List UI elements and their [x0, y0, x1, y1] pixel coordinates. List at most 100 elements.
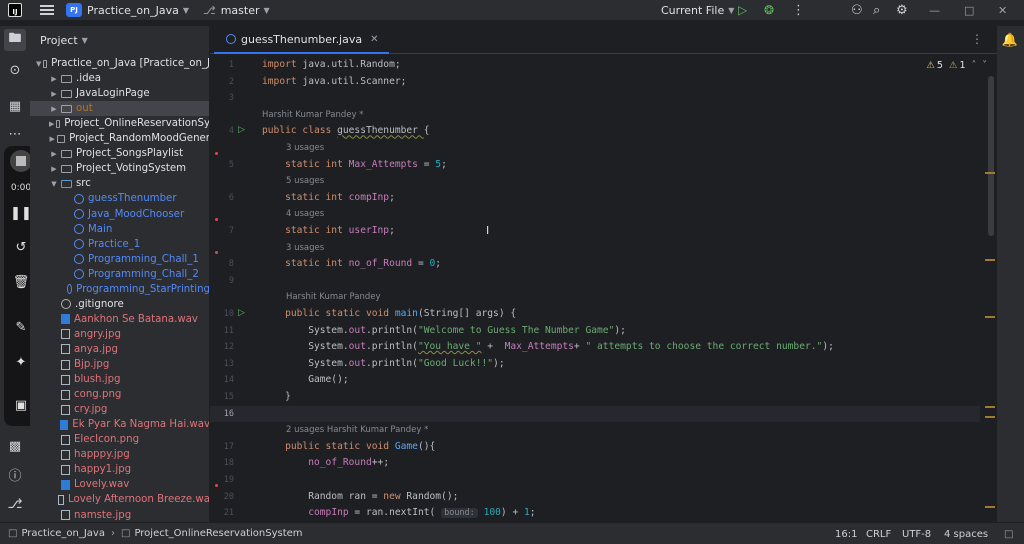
tab-options-icon[interactable]: ⋮: [971, 32, 983, 46]
tree-item[interactable]: Programming_StarPrinting: [30, 282, 209, 297]
chevron-right-icon[interactable]: ▶: [49, 90, 59, 98]
chevron-right-icon[interactable]: ▶: [49, 135, 55, 143]
problems-icon[interactable]: ⓘ: [7, 466, 23, 484]
code-line[interactable]: import java.util.Random;: [262, 59, 401, 70]
code-line[interactable]: static int Max_Attempts = 5;: [262, 159, 447, 170]
inlay-hint[interactable]: 4 usages: [286, 209, 324, 219]
tree-item[interactable]: anya.jpg: [30, 342, 209, 357]
commit-icon[interactable]: ⊙: [7, 62, 23, 78]
chevron-down-icon[interactable]: ▼: [36, 60, 41, 68]
terminal-icon[interactable]: ▩: [7, 438, 23, 454]
tree-item[interactable]: ▶ Project_SongsPlaylist: [30, 146, 209, 161]
notifications-bell-icon[interactable]: 🔔: [1002, 32, 1018, 48]
tree-item[interactable]: Aankhon Se Batana.wav: [30, 312, 209, 327]
tree-item[interactable]: Programming_Chall_1: [30, 252, 209, 267]
error-stripe-mark[interactable]: [985, 316, 995, 318]
inlay-hint[interactable]: 3 usages: [286, 243, 324, 253]
chevron-up-icon[interactable]: ˄: [972, 60, 977, 71]
tree-item[interactable]: blush.jpg: [30, 372, 209, 387]
chevron-right-icon[interactable]: ▶: [49, 75, 59, 83]
chevron-right-icon[interactable]: ▶: [49, 105, 59, 113]
tree-item[interactable]: cong.png: [30, 387, 209, 402]
tree-item[interactable]: ▶ JavaLoginPage: [30, 86, 209, 101]
code-editor[interactable]: 1 import java.util.Random; 2 import java.ut…: [210, 54, 997, 522]
chevron-right-icon[interactable]: ▶: [49, 120, 54, 128]
pause-icon[interactable]: ❚❚: [10, 202, 32, 224]
editor-scrollbar[interactable]: [988, 76, 994, 236]
tree-item[interactable]: Lovely.wav: [30, 477, 209, 492]
tree-item[interactable]: namste.jpg: [30, 508, 209, 523]
inlay-hint[interactable]: 5 usages: [286, 176, 324, 186]
breadcrumb-folder[interactable]: Project_OnlineReservationSystem: [134, 528, 302, 539]
settings-gear-icon[interactable]: ⚙: [896, 0, 908, 20]
search-icon[interactable]: ⌕: [873, 0, 880, 20]
tree-item[interactable]: .gitignore: [30, 297, 209, 312]
chevron-down-icon[interactable]: ˅: [982, 60, 987, 71]
minimize-icon[interactable]: —: [929, 0, 940, 20]
tree-item[interactable]: Java_MoodChooser: [30, 207, 209, 222]
tree-item[interactable]: ▶ .idea: [30, 71, 209, 86]
error-stripe-mark[interactable]: [985, 416, 995, 418]
line-separator[interactable]: CRLF: [866, 523, 891, 544]
code-line[interactable]: public static void Game(){: [262, 441, 435, 452]
indent-setting[interactable]: 4 spaces: [944, 523, 988, 544]
code-line[interactable]: public class guessThenumber {: [262, 125, 430, 136]
code-line[interactable]: no_of_Round++;: [262, 457, 389, 468]
code-line[interactable]: public static void main(String[] args) {: [262, 308, 516, 319]
tree-item[interactable]: happpy.jpg: [30, 447, 209, 462]
file-encoding[interactable]: UTF-8: [902, 523, 931, 544]
restart-icon[interactable]: ↺: [10, 236, 32, 258]
caret-position[interactable]: 16:1: [835, 523, 857, 544]
more-actions-icon[interactable]: ⋮: [792, 0, 805, 20]
tree-item[interactable]: ▼ src: [30, 176, 209, 191]
tree-item[interactable]: Ek Pyar Ka Nagma Hai.wav: [30, 417, 209, 432]
editor-tab-guessthenumber[interactable]: guessThenumber.java ✕: [214, 26, 389, 54]
tree-item[interactable]: ▶ out: [30, 101, 209, 117]
tree-item[interactable]: angry.jpg: [30, 327, 209, 342]
inlay-hint[interactable]: Harshit Kumar Pandey *: [262, 110, 363, 120]
inspection-widget[interactable]: ⚠ 5 ⚠ 1 ˄ ˅: [926, 60, 987, 71]
code-line[interactable]: }: [262, 391, 291, 402]
run-gutter-icon[interactable]: ▷: [238, 308, 245, 318]
branch-switcher[interactable]: ⎇ master ▼: [189, 0, 270, 20]
code-line[interactable]: System.out.println("Welcome to Guess The…: [262, 325, 626, 336]
error-stripe-mark[interactable]: [985, 259, 995, 261]
chevron-right-icon[interactable]: ▶: [49, 165, 59, 173]
run-config-selector[interactable]: Current File ▼: [656, 0, 734, 20]
code-line[interactable]: Game();: [262, 374, 348, 385]
code-line[interactable]: compInp = ran.nextInt( bound: 100) + 1;: [262, 507, 536, 519]
inlay-hint[interactable]: 2 usages Harshit Kumar Pandey *: [286, 425, 428, 435]
stop-recording-button[interactable]: [10, 150, 32, 172]
tree-item[interactable]: ▶ Project_RandomMoodGener: [30, 131, 209, 146]
close-tab-icon[interactable]: ✕: [370, 34, 378, 45]
add-user-icon[interactable]: ⚇: [851, 0, 863, 20]
structure-icon[interactable]: ▦: [7, 98, 23, 114]
inlay-hint[interactable]: 3 usages: [286, 143, 324, 153]
tree-item[interactable]: Practice_1: [30, 237, 209, 252]
lock-icon[interactable]: □: [1004, 523, 1013, 544]
tree-item[interactable]: guessThenumber: [30, 191, 209, 206]
code-line[interactable]: static int no_of_Round = 0;: [262, 258, 441, 269]
error-stripe-mark[interactable]: [985, 506, 995, 508]
camera-icon[interactable]: ▣: [10, 394, 32, 416]
chevron-down-icon[interactable]: ▼: [49, 180, 59, 188]
code-line[interactable]: System.out.println("Good Luck!!");: [262, 358, 504, 369]
code-line[interactable]: static int userInp;: [262, 225, 395, 236]
project-panel-header[interactable]: Project ▼: [30, 26, 209, 54]
tree-item[interactable]: happy1.jpg: [30, 462, 209, 477]
tree-item[interactable]: ▶ Project_OnlineReservationSy: [30, 116, 209, 131]
tree-item[interactable]: cry.jpg: [30, 402, 209, 417]
project-switcher[interactable]: PJ Practice_on_Java ▼: [54, 0, 189, 20]
error-stripe-mark[interactable]: [985, 406, 995, 408]
debug-icon[interactable]: ❂: [764, 0, 774, 20]
inlay-hint[interactable]: Harshit Kumar Pandey: [286, 292, 381, 302]
tree-item[interactable]: Bjp.jpg: [30, 357, 209, 372]
run-gutter-icon[interactable]: ▷: [238, 125, 245, 135]
tree-item[interactable]: Lovely Afternoon Breeze.wa: [30, 492, 209, 507]
code-line[interactable]: System.out.println("You have " + Max_Att…: [262, 341, 834, 352]
code-line[interactable]: Random ran = new Random();: [262, 491, 458, 502]
breadcrumb-project[interactable]: Practice_on_Java: [21, 528, 105, 539]
close-window-icon[interactable]: ✕: [998, 0, 1007, 20]
more-tools-icon[interactable]: ⋯: [7, 126, 23, 142]
draw-pen-icon[interactable]: ✎: [10, 316, 32, 338]
